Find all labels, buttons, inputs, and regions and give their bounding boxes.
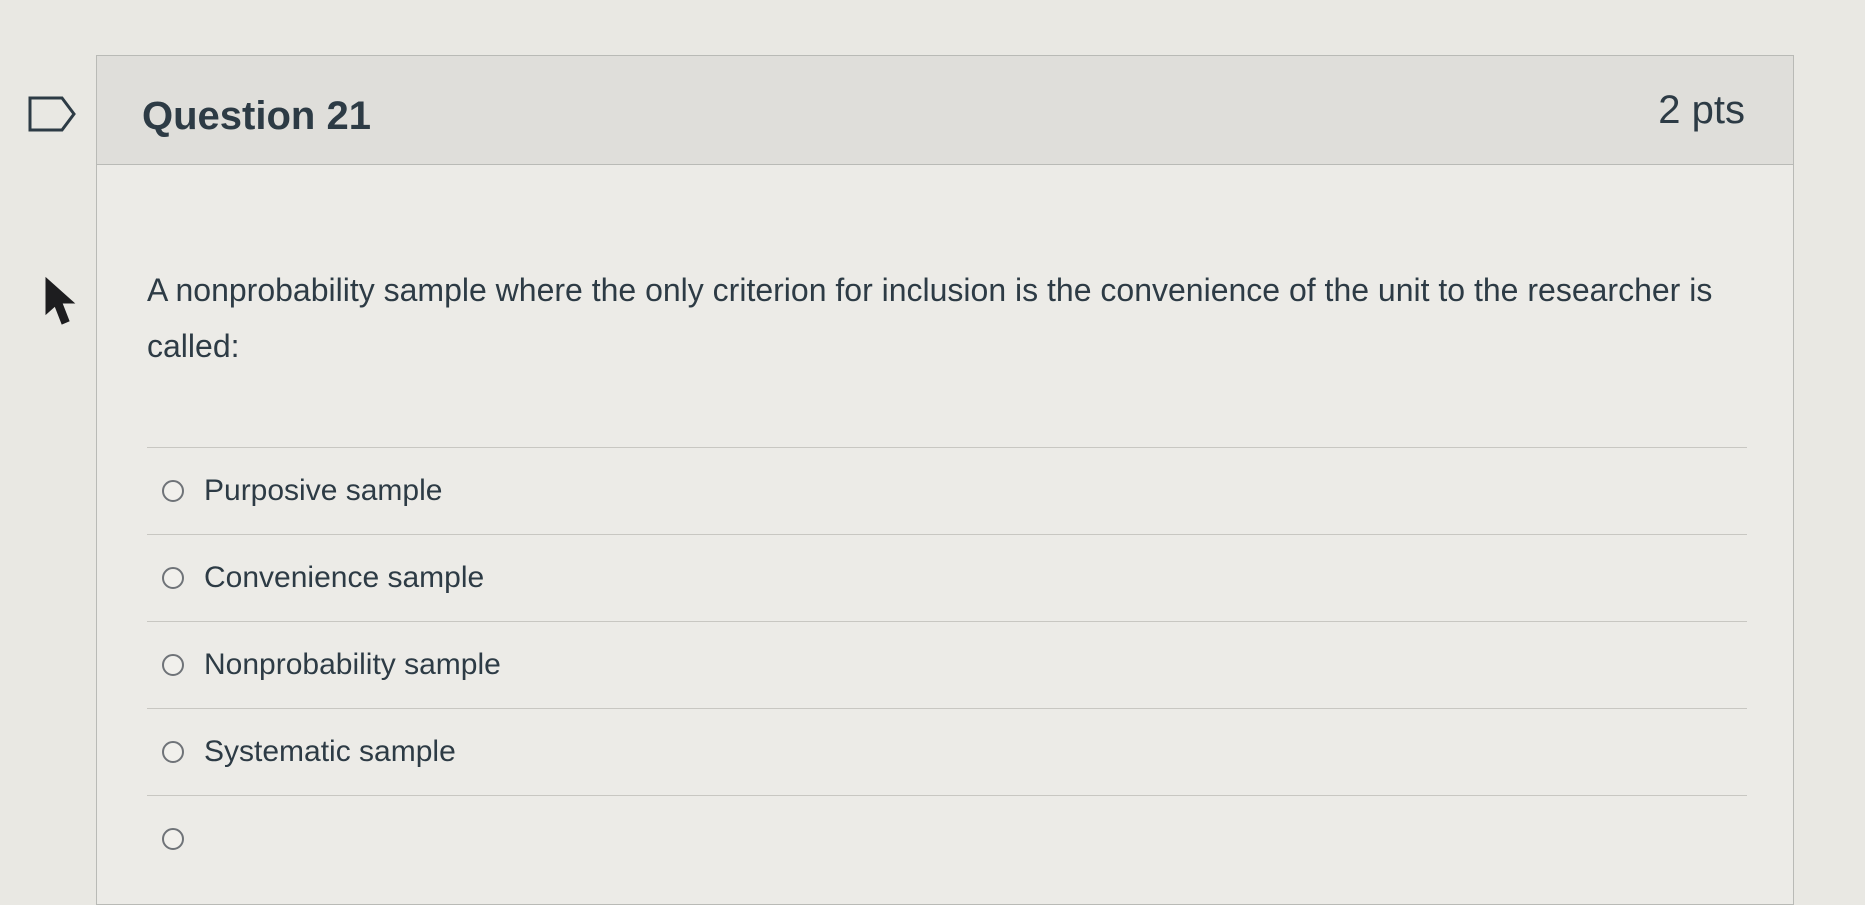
question-title: Question 21 [142, 94, 371, 138]
radio-button[interactable] [162, 480, 184, 502]
answer-option[interactable]: Systematic sample [147, 709, 1747, 796]
answer-label[interactable]: Systematic sample [204, 735, 456, 769]
answer-label[interactable]: Nonprobability sample [204, 648, 501, 682]
radio-button[interactable] [162, 828, 184, 850]
radio-button[interactable] [162, 567, 184, 589]
radio-button[interactable] [162, 741, 184, 763]
answer-option[interactable] [147, 796, 1747, 882]
radio-button[interactable] [162, 654, 184, 676]
question-header: Question 21 2 pts [97, 56, 1793, 165]
answer-list: Purposive sample Convenience sample Nonp… [147, 447, 1747, 882]
answer-option[interactable]: Purposive sample [147, 448, 1747, 535]
flag-question-icon[interactable] [28, 96, 78, 132]
answer-option[interactable]: Nonprobability sample [147, 622, 1747, 709]
question-card: Question 21 2 pts A nonprobability sampl… [96, 55, 1794, 905]
answer-label[interactable]: Purposive sample [204, 474, 442, 508]
answer-option[interactable]: Convenience sample [147, 535, 1747, 622]
question-points: 2 pts [1658, 88, 1745, 132]
answer-label[interactable]: Convenience sample [204, 561, 484, 595]
question-text: A nonprobability sample where the only c… [147, 272, 1713, 364]
mouse-pointer-icon [44, 276, 78, 328]
